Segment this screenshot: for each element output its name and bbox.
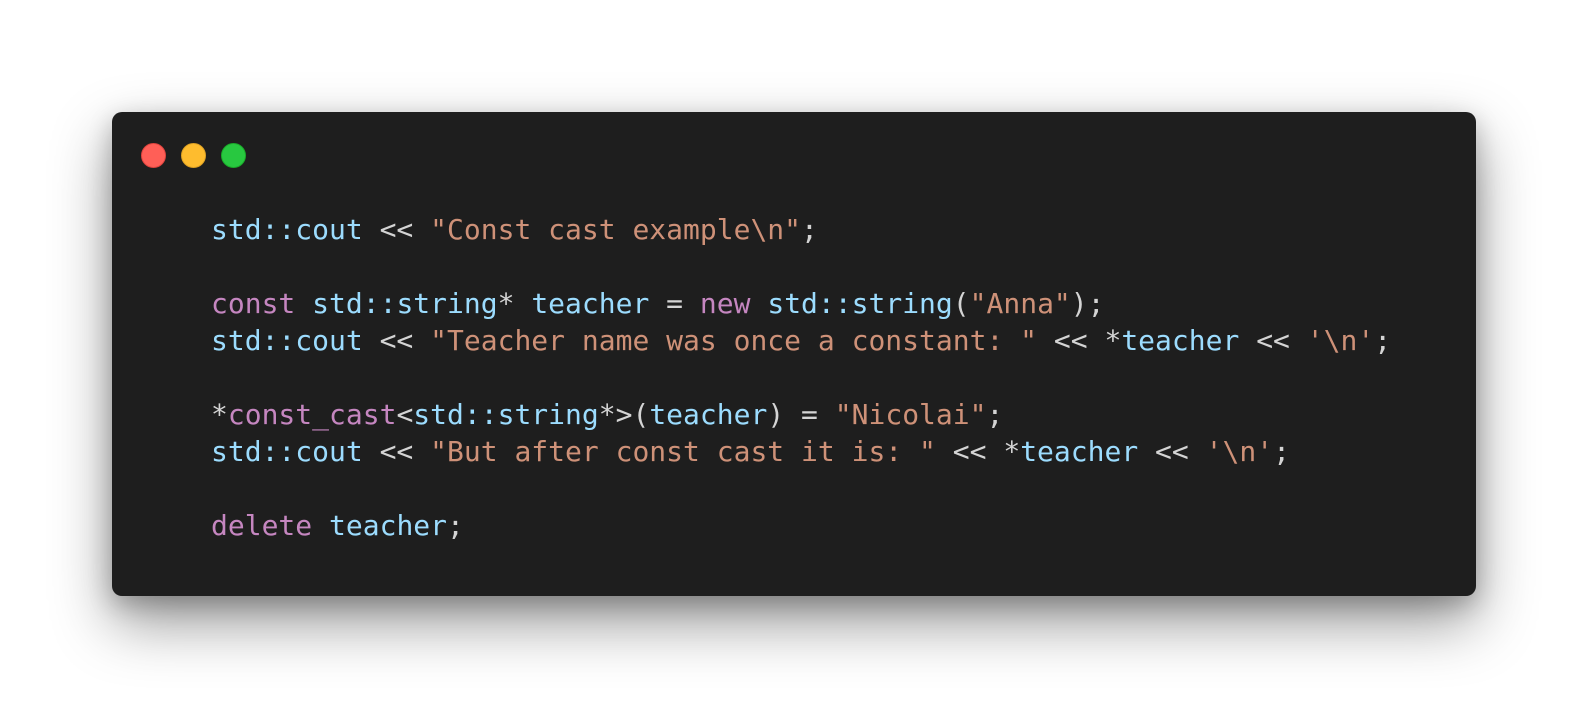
code-token-string: "But after const cast it is: "	[430, 435, 936, 468]
code-token-punct: ;	[447, 509, 464, 542]
code-line: delete teacher;	[211, 507, 1391, 544]
window-controls	[141, 143, 246, 168]
code-token-punct: );	[1070, 287, 1105, 320]
code-token-keyword: const	[211, 287, 296, 320]
code-token-punct: << *	[1037, 324, 1122, 357]
code-token-punct: <<	[1138, 435, 1206, 468]
code-token-string: "Anna"	[969, 287, 1071, 320]
code-token-keyword: delete	[211, 509, 313, 542]
code-token-punct: ;	[1374, 324, 1392, 357]
code-token-string: "Const cast example\n"	[430, 213, 802, 246]
code-token-keyword: new	[699, 287, 751, 320]
code-token-ident: std::cout	[211, 324, 363, 357]
code-token-ident: std::string	[413, 398, 599, 431]
code-token-ident: std::cout	[211, 435, 363, 468]
code-token-punct	[295, 287, 312, 320]
code-token-ident: std::string	[767, 287, 953, 320]
code-token-ident: std::string	[312, 287, 498, 320]
code-token-ident: std::cout	[211, 213, 363, 246]
code-token-string: "Nicolai"	[834, 398, 987, 431]
zoom-button[interactable]	[221, 143, 246, 168]
code-token-punct: ;	[986, 398, 1004, 431]
code-line: std::cout << "Teacher name was once a co…	[211, 322, 1391, 359]
code-token-ident: teacher	[1121, 324, 1240, 357]
code-token-punct: ) =	[767, 398, 835, 431]
code-line: const std::string* teacher = new std::st…	[211, 285, 1391, 322]
code-token-ident: teacher	[649, 398, 768, 431]
code-token-ident: teacher	[1020, 435, 1139, 468]
code-token-punct: << *	[935, 435, 1021, 468]
code-token-punct: <<	[1239, 324, 1307, 357]
code-token-punct: ;	[1273, 435, 1290, 468]
code-token-punct: *	[497, 287, 532, 320]
code-token-keyword: const_cast	[227, 398, 397, 431]
code-line: *const_cast<std::string*>(teacher) = "Ni…	[211, 396, 1391, 433]
code-token-punct: <	[396, 398, 414, 431]
code-token-punct	[750, 287, 767, 320]
code-window: std::cout << "Const cast example\n"; cons…	[112, 112, 1476, 596]
code-token-punct: <<	[362, 213, 431, 246]
code-token-string: '\n'	[1306, 324, 1375, 357]
code-block: std::cout << "Const cast example\n"; cons…	[211, 211, 1391, 544]
code-token-punct: <<	[362, 435, 431, 468]
minimize-button[interactable]	[181, 143, 206, 168]
code-token-punct: *>(	[598, 398, 650, 431]
code-token-punct: ;	[801, 213, 818, 246]
code-token-punct: <<	[362, 324, 431, 357]
code-token-ident: teacher	[329, 509, 448, 542]
code-token-punct: *	[211, 398, 228, 431]
close-button[interactable]	[141, 143, 166, 168]
code-token-punct: =	[649, 287, 700, 320]
code-token-punct: (	[952, 287, 970, 320]
code-token-string: "Teacher name was once a constant: "	[430, 324, 1038, 357]
code-line: std::cout << "But after const cast it is…	[211, 433, 1391, 470]
code-line: std::cout << "Const cast example\n";	[211, 211, 1391, 248]
code-token-string: '\n'	[1205, 435, 1274, 468]
code-token-ident: teacher	[531, 287, 650, 320]
code-token-punct	[312, 509, 329, 542]
